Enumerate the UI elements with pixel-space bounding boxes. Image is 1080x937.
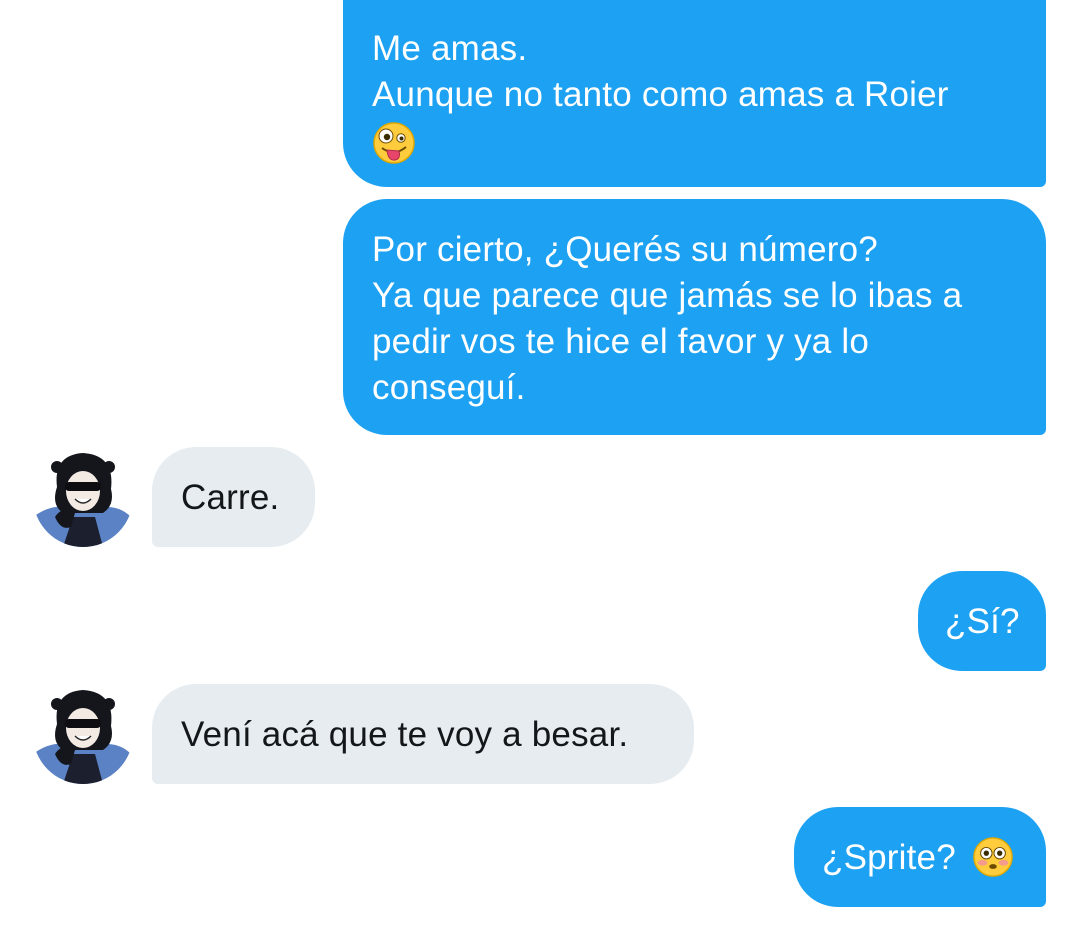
message-text: ¿Sí?	[945, 602, 1020, 641]
message-bubble-outgoing[interactable]: ¿Sprite?	[794, 807, 1046, 907]
message-bubble-outgoing[interactable]: ¿Sí?	[918, 571, 1046, 671]
message-bubble-outgoing[interactable]: Por cierto, ¿Querés su número? Ya que pa…	[343, 199, 1046, 435]
avatar-illustration	[33, 447, 133, 547]
message-text: Aunque no tanto como amas a Roier	[372, 75, 949, 114]
message-text: ¿Sprite?	[822, 838, 956, 877]
message-bubble-incoming[interactable]: Carre.	[152, 447, 315, 547]
message-text: Me amas.	[372, 29, 528, 68]
message-text: Por cierto, ¿Querés su número?	[372, 230, 878, 269]
message-bubble-incoming[interactable]: Vení acá que te voy a besar.	[152, 684, 694, 784]
message-text: pedir vos te hice el favor y ya lo	[372, 322, 870, 361]
message-text: Vení acá que te voy a besar.	[181, 715, 629, 754]
message-bubble-outgoing[interactable]: Me amas. Aunque no tanto como amas a Roi…	[343, 0, 1046, 187]
avatar[interactable]	[33, 684, 133, 784]
zany-face-emoji	[372, 118, 1018, 164]
message-text: conseguí.	[372, 368, 526, 407]
avatar[interactable]	[33, 447, 133, 547]
message-text: Carre.	[181, 478, 280, 517]
flushed-face-emoji	[973, 836, 1013, 877]
avatar-illustration	[33, 684, 133, 784]
message-text: Ya que parece que jamás se lo ibas a	[372, 276, 963, 315]
